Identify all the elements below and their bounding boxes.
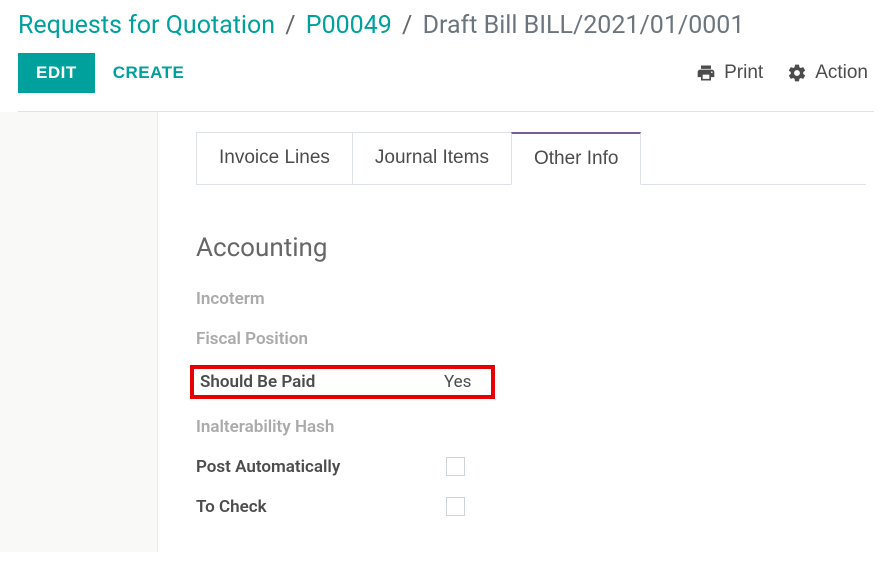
label-fiscal-position: Fiscal Position [196, 329, 446, 349]
label-to-check: To Check [196, 497, 446, 517]
breadcrumb: Requests for Quotation / P00049 / Draft … [18, 10, 874, 43]
field-inalterability-hash: Inalterability Hash [196, 413, 854, 441]
tab-bar: Invoice Lines Journal Items Other Info [196, 132, 892, 185]
breadcrumb-separator: / [285, 11, 295, 40]
label-post-automatically: Post Automatically [196, 457, 446, 477]
value-should-be-paid: Yes [444, 372, 471, 392]
breadcrumb-current: Draft Bill BILL/2021/01/0001 [423, 11, 745, 40]
print-icon [696, 63, 716, 83]
section-title-accounting: Accounting [196, 233, 854, 263]
label-incoterm: Incoterm [196, 289, 446, 309]
create-button[interactable]: CREATE [113, 63, 185, 83]
breadcrumb-link-po[interactable]: P00049 [306, 11, 392, 40]
field-to-check: To Check [196, 493, 854, 521]
tab-journal-items[interactable]: Journal Items [352, 132, 512, 185]
action-button[interactable]: Action [787, 62, 868, 84]
label-should-be-paid: Should Be Paid [194, 372, 444, 392]
checkbox-post-automatically[interactable] [446, 457, 465, 476]
breadcrumb-separator: / [402, 11, 412, 40]
breadcrumb-link-rfq[interactable]: Requests for Quotation [18, 11, 275, 40]
print-label: Print [724, 62, 763, 84]
highlight-should-be-paid: Should Be Paid Yes [190, 365, 495, 399]
field-incoterm: Incoterm [196, 285, 854, 313]
field-post-automatically: Post Automatically [196, 453, 854, 481]
tab-invoice-lines[interactable]: Invoice Lines [196, 132, 353, 185]
field-fiscal-position: Fiscal Position [196, 325, 854, 353]
print-button[interactable]: Print [696, 62, 763, 84]
action-label: Action [815, 62, 868, 84]
gear-icon [787, 63, 807, 83]
tab-other-info[interactable]: Other Info [511, 132, 642, 185]
label-inalterability-hash: Inalterability Hash [196, 417, 446, 437]
edit-button[interactable]: EDIT [18, 53, 95, 93]
sidebar-panel [0, 112, 158, 552]
checkbox-to-check[interactable] [446, 497, 465, 516]
